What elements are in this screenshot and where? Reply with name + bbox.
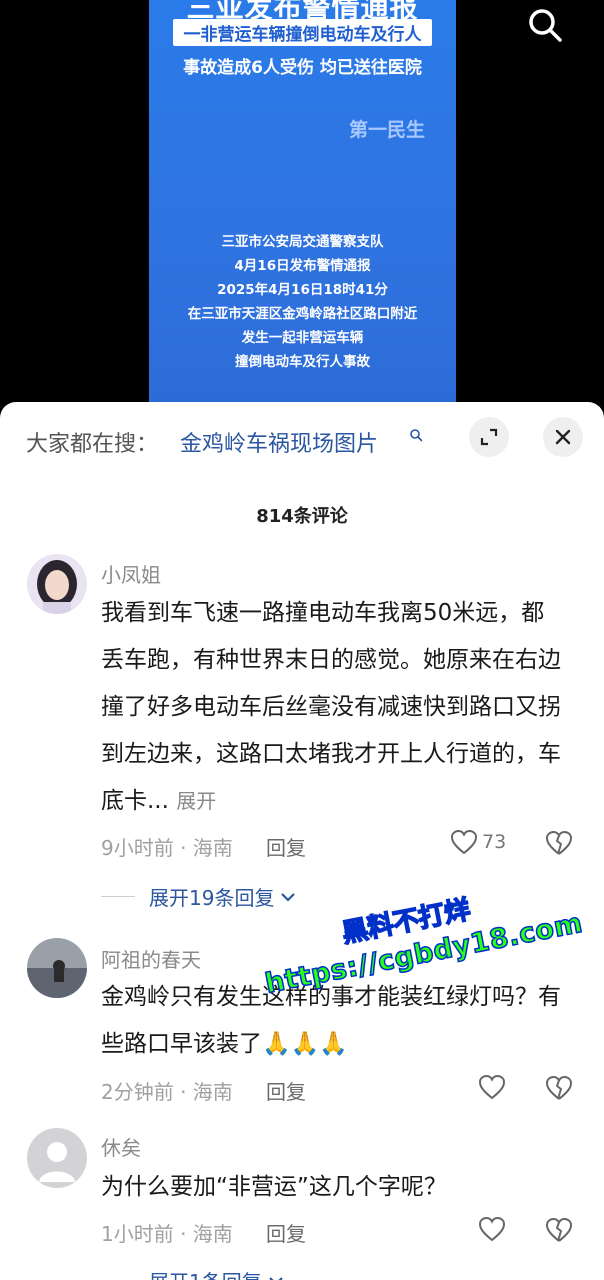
poster-notice-line: 三亚市公安局交通警察支队 xyxy=(221,234,384,250)
reply-button[interactable]: 回复 xyxy=(266,1076,306,1105)
poster-headline-box: 一非营运车辆撞倒电动车及行人 xyxy=(173,19,432,46)
comment-meta: 1小时前 · 海南 xyxy=(101,1222,233,1246)
trending-search-link[interactable]: 金鸡岭车祸现场图片 xyxy=(180,426,378,458)
chevron-down-icon xyxy=(268,1276,283,1280)
comment-count: 814条评论 xyxy=(256,506,348,527)
trending-search-row: 大家都在搜： 金鸡岭车祸现场图片 xyxy=(0,418,604,462)
comment-meta: 9小时前 · 海南 xyxy=(101,836,233,860)
expand-icon xyxy=(480,428,498,446)
reply-button[interactable]: 回复 xyxy=(266,1218,306,1247)
expand-replies[interactable]: 展开1条回复 xyxy=(101,1266,286,1280)
fullscreen-button[interactable] xyxy=(469,417,509,457)
poster-notice-line: 4月16日发布警情通报 xyxy=(234,258,371,274)
avatar[interactable] xyxy=(27,938,87,998)
avatar[interactable] xyxy=(27,1128,87,1188)
comment-username[interactable]: 小凤姐 xyxy=(101,559,161,588)
poster-notice: 三亚市公安局交通警察支队 4月16日发布警情通报 2025年4月16日18时41… xyxy=(149,230,456,374)
broken-heart-icon[interactable] xyxy=(545,1216,573,1244)
expand-replies-label[interactable]: 展开19条回复 xyxy=(149,882,274,911)
divider xyxy=(101,896,135,897)
comment-text: 为什么要加“非营运”这几个字呢？ xyxy=(101,1174,447,1200)
comment-text-content: 我看到车飞速一路撞电动车我离50米远，都丢车跑，有种世界末日的感觉。她原来在右边… xyxy=(101,600,561,814)
video-player[interactable]: 三亚发布警情通报 一非营运车辆撞倒电动车及行人 事故造成6人受伤 均已送往医院 … xyxy=(0,0,604,420)
expand-text-link[interactable]: 展开 xyxy=(176,789,216,813)
comment-username[interactable]: 阿祖的春天 xyxy=(101,944,201,973)
poster-subhead: 事故造成6人受伤 均已送往医院 xyxy=(183,58,422,78)
poster-headline: 一非营运车辆撞倒电动车及行人 xyxy=(183,25,422,45)
heart-icon[interactable] xyxy=(478,1074,506,1100)
video-poster: 三亚发布警情通报 一非营运车辆撞倒电动车及行人 事故造成6人受伤 均已送往医院 … xyxy=(149,0,456,420)
chevron-down-icon xyxy=(281,892,296,902)
broken-heart-icon[interactable] xyxy=(545,1074,573,1102)
avatar[interactable] xyxy=(27,554,87,614)
poster-notice-line: 在三亚市天涯区金鸡岭路社区路口附近 xyxy=(187,306,418,322)
poster-notice-line: 撞倒电动车及行人事故 xyxy=(235,354,370,370)
heart-icon[interactable] xyxy=(478,1216,506,1242)
reply-button[interactable]: 回复 xyxy=(266,832,306,861)
comment-sheet: 大家都在搜： 金鸡岭车祸现场图片 814条评论 小凤姐 我看到车飞速一路撞电动车… xyxy=(0,402,604,1280)
poster-notice-line: 发生一起非营运车辆 xyxy=(241,330,364,346)
heart-icon xyxy=(450,829,478,855)
poster-notice-line: 2025年4月16日18时41分 xyxy=(217,282,388,298)
expand-replies[interactable]: 展开19条回复 xyxy=(101,882,298,911)
comment-meta: 2分钟前 · 海南 xyxy=(101,1080,233,1104)
close-button[interactable] xyxy=(543,417,583,457)
comment-username[interactable]: 休矣 xyxy=(101,1132,141,1161)
like-button[interactable]: 73 xyxy=(450,829,506,855)
comment-text: 我看到车飞速一路撞电动车我离50米远，都丢车跑，有种世界末日的感觉。她原来在右边… xyxy=(101,590,561,825)
broken-heart-icon[interactable] xyxy=(545,829,573,857)
close-icon xyxy=(555,429,571,445)
expand-replies-label[interactable]: 展开1条回复 xyxy=(149,1266,262,1280)
poster-watermark: 第一民生 xyxy=(349,119,426,141)
small-search-icon[interactable] xyxy=(409,428,423,442)
search-icon[interactable] xyxy=(526,6,564,44)
like-count: 73 xyxy=(482,831,507,853)
trending-search-prefix: 大家都在搜： xyxy=(26,432,159,457)
